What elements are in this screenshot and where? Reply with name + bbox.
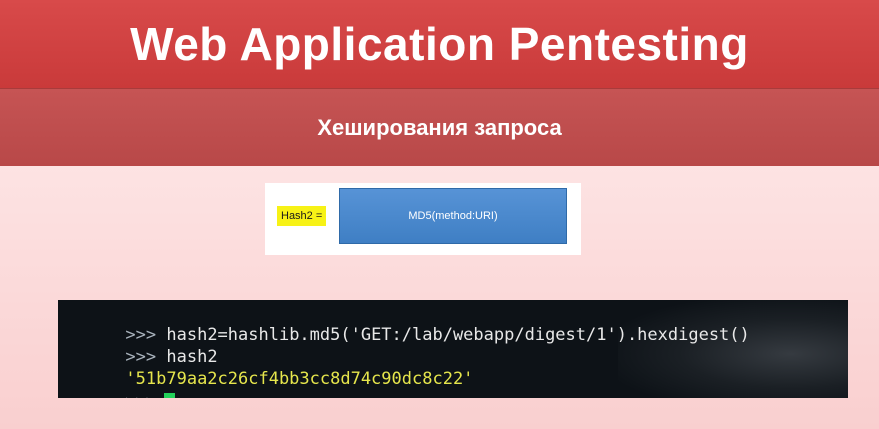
slide: Web Application Pentesting Хеширования з… — [0, 0, 879, 429]
slide-subtitle: Хеширования запроса — [317, 115, 562, 140]
hash-diagram: Hash2 = MD5(method:URI) — [265, 183, 581, 255]
prompt: >>> — [125, 392, 156, 398]
md5-formula-box: MD5(method:URI) — [339, 188, 567, 244]
python-terminal: >>> hash2=hashlib.md5('GET:/lab/webapp/d… — [58, 300, 848, 398]
command-text: hash2=hashlib.md5('GET:/lab/webapp/diges… — [156, 325, 750, 345]
md5-formula-text: MD5(method:URI) — [408, 210, 498, 222]
title-bar: Web Application Pentesting — [0, 0, 879, 88]
terminal-line[interactable]: >>> — [64, 372, 176, 398]
output-hash: '51b79aa2c26cf4bb3cc8d74c90dc8c22' — [125, 369, 474, 389]
subtitle-bar: Хеширования запроса — [0, 88, 879, 167]
text-cursor[interactable] — [164, 393, 176, 398]
slide-title: Web Application Pentesting — [130, 18, 749, 70]
hash2-label: Hash2 = — [277, 206, 327, 226]
